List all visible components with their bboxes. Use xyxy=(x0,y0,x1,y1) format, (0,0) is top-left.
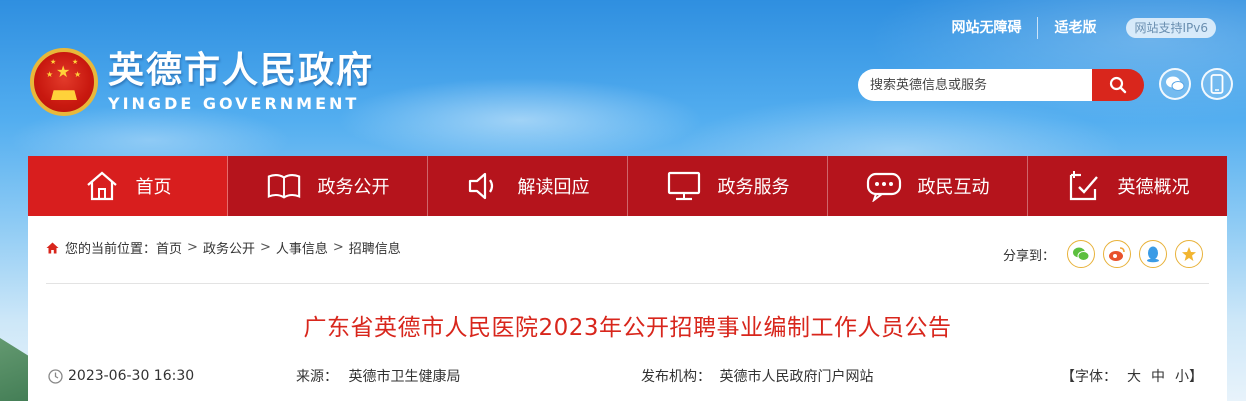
clock-icon xyxy=(48,368,63,384)
nav-label: 首页 xyxy=(135,177,172,198)
accessibility-link[interactable]: 网站无障碍 xyxy=(935,17,1037,39)
article-meta: 2023-06-30 16:30 来源： 英德市卫生健康局 发布机构： 英德市人… xyxy=(48,366,1203,386)
divider xyxy=(46,283,1209,284)
nav-interaction[interactable]: 政民互动 xyxy=(828,156,1028,216)
font-size-label: 【字体： xyxy=(1061,369,1117,385)
nav-label: 政务服务 xyxy=(717,177,790,198)
chat-bubble-icon xyxy=(866,169,902,203)
site-subtitle: YINGDE GOVERNMENT xyxy=(108,94,360,113)
share-wechat-button[interactable] xyxy=(1067,240,1095,268)
font-size-small[interactable]: 小】 xyxy=(1175,366,1203,386)
checklist-icon xyxy=(1066,169,1102,203)
national-emblem-icon: ★ ★ ★ ★ ★ xyxy=(30,48,98,116)
search-button[interactable] xyxy=(1092,69,1144,101)
font-size-large[interactable]: 大 xyxy=(1127,366,1141,386)
publish-datetime: 2023-06-30 16:30 xyxy=(68,368,195,384)
search-icon xyxy=(1109,76,1127,94)
site-logo[interactable]: ★ ★ ★ ★ ★ 英德市人民政府 YINGDE GOVERNMENT xyxy=(30,48,374,116)
article-panel: 您的当前位置： 首页 > 政务公开 > 人事信息 > 招聘信息 分享到： 广东省… xyxy=(28,216,1227,401)
search-bar xyxy=(858,69,1144,101)
breadcrumb: 您的当前位置： 首页 > 政务公开 > 人事信息 > 招聘信息 xyxy=(46,238,401,257)
home-small-icon xyxy=(46,242,59,253)
search-input[interactable] xyxy=(858,69,1092,101)
breadcrumb-personnel[interactable]: 人事信息 xyxy=(276,238,328,257)
top-links: 网站无障碍 适老版 网站支持IPv6 xyxy=(935,17,1216,39)
nav-label: 政民互动 xyxy=(917,177,990,198)
source-value: 英德市卫生健康局 xyxy=(348,369,461,385)
ipv6-badge: 网站支持IPv6 xyxy=(1126,18,1216,38)
wechat-icon xyxy=(1073,247,1090,261)
share-favorite-button[interactable] xyxy=(1175,240,1203,268)
breadcrumb-separator: > xyxy=(187,240,198,255)
breadcrumb-separator: > xyxy=(259,240,271,255)
mobile-button[interactable] xyxy=(1201,68,1233,100)
wechat-icon xyxy=(1166,76,1185,91)
mobile-icon xyxy=(1210,74,1224,94)
elderly-mode-link[interactable]: 适老版 xyxy=(1037,17,1112,39)
share-bar: 分享到： xyxy=(1003,240,1203,268)
wechat-button[interactable] xyxy=(1159,68,1191,100)
site-title: 英德市人民政府 xyxy=(108,50,375,91)
nav-gov-affairs[interactable]: 政务公开 xyxy=(228,156,428,216)
qq-icon xyxy=(1147,246,1159,263)
nav-home[interactable]: 首页 xyxy=(28,156,228,216)
nav-label: 解读回应 xyxy=(517,177,590,198)
home-icon xyxy=(84,169,120,203)
nav-label: 英德概况 xyxy=(1117,177,1190,198)
nav-gov-services[interactable]: 政务服务 xyxy=(628,156,828,216)
source-label: 来源： xyxy=(296,369,338,385)
breadcrumb-separator: > xyxy=(332,240,344,255)
main-nav: 首页 政务公开 解读回应 政务服务 政民互动 英德概况 xyxy=(28,156,1227,216)
font-size-medium[interactable]: 中 xyxy=(1151,366,1165,386)
share-weibo-button[interactable] xyxy=(1103,240,1131,268)
header-social xyxy=(1159,68,1233,100)
breadcrumb-gov-affairs[interactable]: 政务公开 xyxy=(203,238,255,257)
share-label: 分享到： xyxy=(1002,248,1055,264)
speaker-icon xyxy=(466,169,502,203)
star-icon xyxy=(1182,247,1196,261)
nav-overview[interactable]: 英德概况 xyxy=(1028,156,1227,216)
breadcrumb-recruitment[interactable]: 招聘信息 xyxy=(349,238,401,257)
nav-label: 政务公开 xyxy=(317,177,390,198)
breadcrumb-home[interactable]: 首页 xyxy=(156,238,182,257)
breadcrumb-prefix: 您的当前位置： xyxy=(65,242,157,257)
monitor-icon xyxy=(666,169,702,203)
weibo-icon xyxy=(1109,247,1125,261)
book-icon xyxy=(266,169,302,203)
publisher-value: 英德市人民政府门户网站 xyxy=(719,369,874,385)
share-qq-button[interactable] xyxy=(1139,240,1167,268)
article-title: 广东省英德市人民医院2023年公开招聘事业编制工作人员公告 xyxy=(303,315,952,341)
nav-interpretation[interactable]: 解读回应 xyxy=(428,156,628,216)
publisher-label: 发布机构： xyxy=(641,369,711,385)
